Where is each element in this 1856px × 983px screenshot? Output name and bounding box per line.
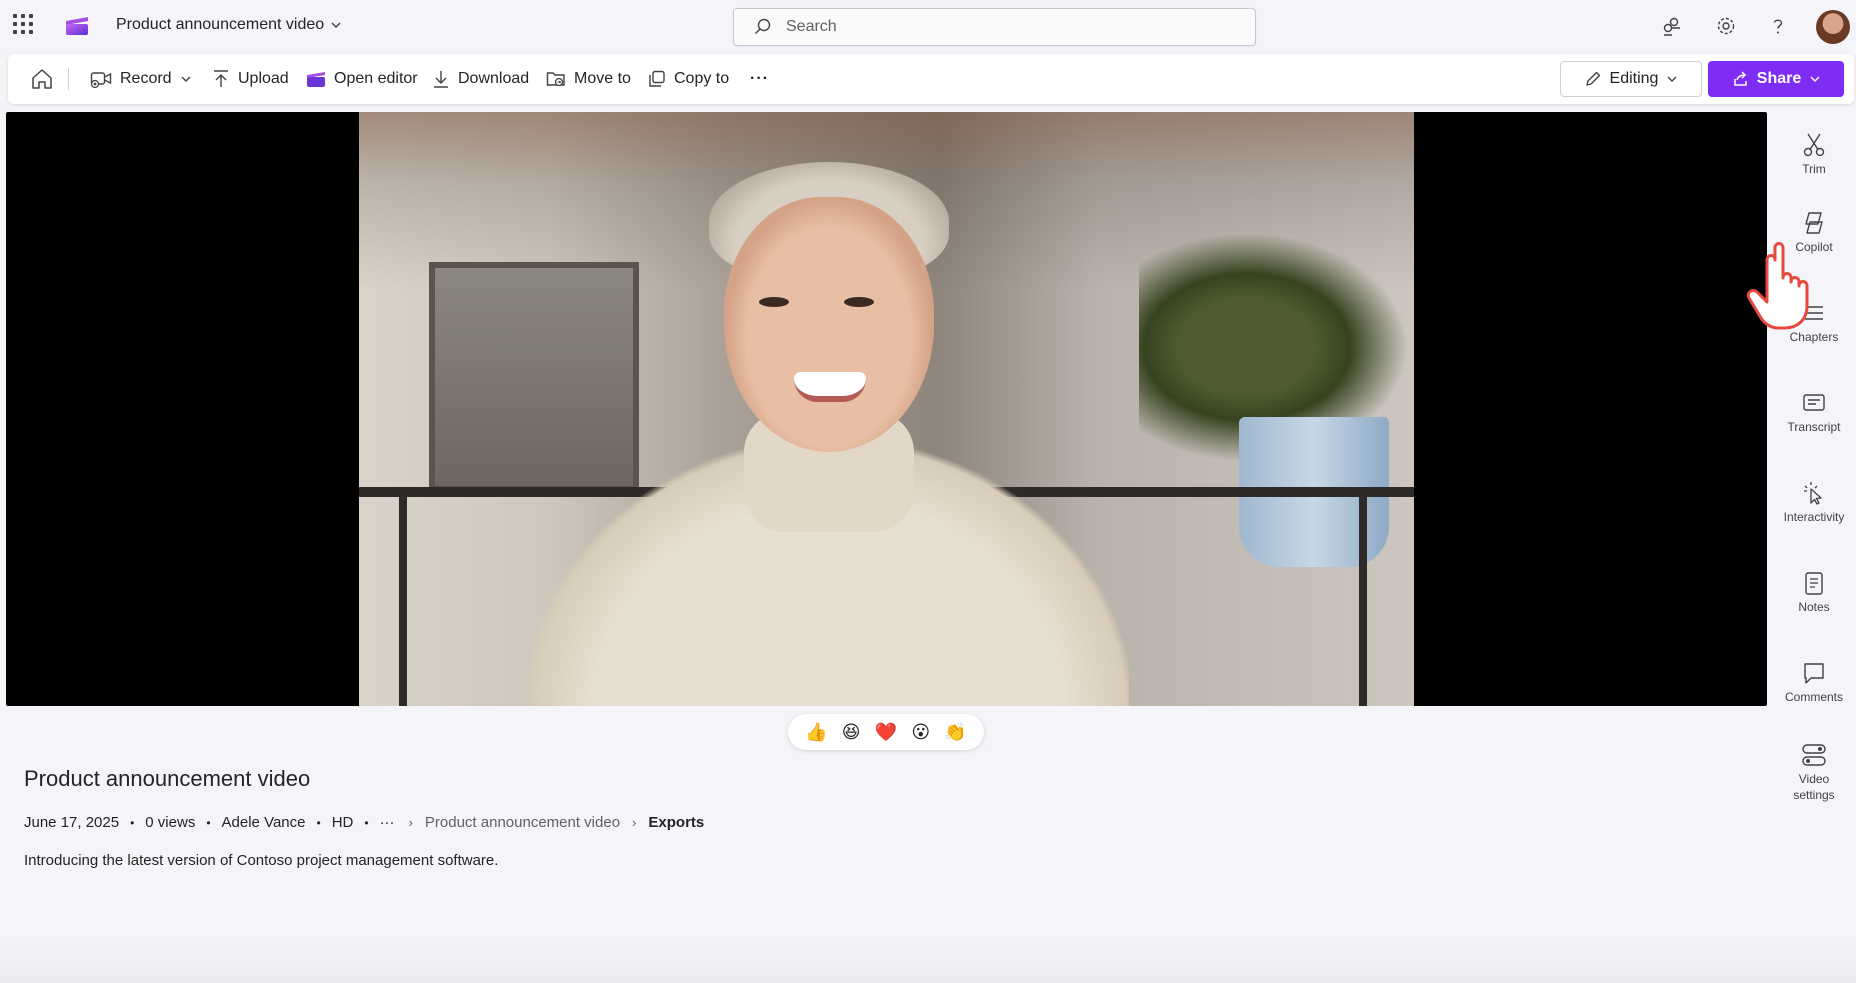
open-editor-label: Open editor	[334, 70, 418, 87]
shelf-leg	[1359, 497, 1367, 706]
editing-mode-button[interactable]: Editing	[1560, 61, 1702, 97]
toggle-settings-icon	[1802, 744, 1826, 766]
video-frame	[359, 112, 1414, 706]
help-icon[interactable]	[1764, 12, 1792, 40]
rail-video-settings[interactable]: Video settings	[1776, 742, 1852, 802]
thumbs-up-reaction[interactable]: 👍	[805, 723, 827, 741]
rail-transcript[interactable]: Transcript	[1776, 390, 1852, 434]
person-smile	[794, 372, 866, 402]
home-icon	[32, 69, 52, 89]
bottom-fade	[0, 940, 1856, 983]
pencil-icon	[1585, 71, 1600, 86]
person-eye	[759, 297, 789, 307]
chevron-right-icon: ›	[408, 815, 413, 830]
stream-app-icon	[66, 17, 88, 35]
share-label: Share	[1756, 70, 1802, 87]
scissors-icon	[1803, 133, 1825, 157]
pointer-hand-icon	[1746, 242, 1809, 330]
share-button[interactable]: Share	[1708, 61, 1844, 97]
download-label: Download	[458, 70, 530, 87]
rail-video-settings-label-2: settings	[1793, 788, 1835, 802]
chevron-down-icon	[1810, 76, 1820, 82]
laugh-reaction[interactable]: 😆	[842, 723, 861, 741]
rail-notes[interactable]: Notes	[1776, 570, 1852, 614]
app-title: Product announcement video	[116, 16, 325, 33]
separator-dot: •	[316, 815, 321, 830]
upload-icon	[214, 70, 228, 87]
copy-icon	[649, 70, 665, 87]
sharepoint-sites-icon[interactable]	[1658, 12, 1686, 40]
quality-badge: HD	[331, 814, 354, 831]
app-title-dropdown[interactable]: Product announcement video	[116, 16, 342, 34]
separator-dot: •	[206, 815, 211, 830]
breadcrumb-parent[interactable]: Product announcement video	[425, 814, 620, 831]
more-icon: ···	[750, 70, 769, 87]
move-to-button[interactable]: Move to	[540, 61, 637, 97]
rail-transcript-label: Transcript	[1787, 420, 1841, 434]
video-title: Product announcement video	[24, 766, 311, 791]
view-count: 0 views	[145, 814, 196, 831]
chevron-down-icon	[181, 76, 191, 82]
rail-trim-label: Trim	[1802, 162, 1826, 176]
record-button[interactable]: Record	[84, 61, 198, 97]
separator-dot: •	[130, 815, 135, 830]
reactions-bar: 👍 😆 ❤️ 😮 👏	[788, 714, 984, 750]
notes-icon	[1805, 572, 1823, 595]
search-icon	[755, 18, 771, 34]
copilot-icon	[1805, 212, 1823, 234]
command-bar: Record Upload Open editor Download Move …	[8, 54, 1854, 104]
divider	[68, 68, 69, 90]
upload-label: Upload	[238, 70, 289, 87]
chevron-down-icon	[331, 22, 341, 28]
record-label: Record	[120, 70, 172, 87]
video-player[interactable]	[6, 112, 1767, 706]
heart-reaction[interactable]: ❤️	[875, 723, 897, 741]
home-button[interactable]	[24, 61, 60, 97]
record-camera-icon	[90, 72, 112, 89]
chevron-right-icon: ›	[632, 815, 637, 830]
clipchamp-icon	[307, 72, 325, 87]
video-metadata: June 17, 2025 • 0 views • Adele Vance • …	[24, 814, 704, 831]
search-input[interactable]	[786, 18, 1226, 36]
download-button[interactable]: Download	[426, 61, 535, 97]
rail-interactivity[interactable]: Interactivity	[1776, 480, 1852, 524]
transcript-icon	[1803, 394, 1825, 411]
person-eye	[844, 297, 874, 307]
separator-dot: •	[364, 815, 369, 830]
more-actions-button[interactable]: ···	[744, 61, 775, 97]
clap-reaction[interactable]: 👏	[944, 723, 966, 741]
rail-chapters-label: Chapters	[1789, 330, 1839, 344]
editing-label: Editing	[1609, 70, 1659, 87]
chevron-down-icon	[1667, 76, 1677, 82]
share-icon	[1734, 71, 1747, 86]
upload-button[interactable]: Upload	[206, 61, 295, 97]
rail-notes-label: Notes	[1798, 600, 1830, 614]
comment-icon	[1804, 663, 1824, 684]
person-face	[724, 197, 934, 452]
gear-icon[interactable]	[1712, 12, 1740, 40]
waffle-icon[interactable]	[13, 14, 33, 34]
search-box[interactable]	[733, 8, 1256, 46]
open-editor-button[interactable]: Open editor	[300, 61, 424, 97]
rail-trim[interactable]: Trim	[1776, 132, 1852, 176]
copy-to-label: Copy to	[674, 70, 730, 87]
rail-comments[interactable]: Comments	[1776, 660, 1852, 704]
interactivity-cursor-icon	[1804, 482, 1822, 505]
rail-interactivity-label: Interactivity	[1783, 510, 1845, 524]
shelf-leg	[399, 497, 407, 706]
rail-comments-label: Comments	[1784, 690, 1843, 704]
video-description: Introducing the latest version of Contos…	[24, 852, 499, 869]
breadcrumb-current[interactable]: Exports	[648, 814, 704, 831]
top-bar: Product announcement video	[0, 0, 1856, 54]
move-to-label: Move to	[574, 70, 631, 87]
author-name[interactable]: Adele Vance	[222, 814, 306, 831]
avatar[interactable]	[1816, 10, 1850, 44]
download-icon	[434, 71, 448, 88]
rail-video-settings-label-1: Video	[1798, 772, 1830, 786]
move-to-icon	[546, 72, 565, 87]
copy-to-button[interactable]: Copy to	[642, 61, 735, 97]
surprised-reaction[interactable]: 😮	[911, 723, 930, 741]
breadcrumb-ellipsis[interactable]: ···	[380, 814, 395, 831]
upload-date: June 17, 2025	[24, 814, 120, 831]
